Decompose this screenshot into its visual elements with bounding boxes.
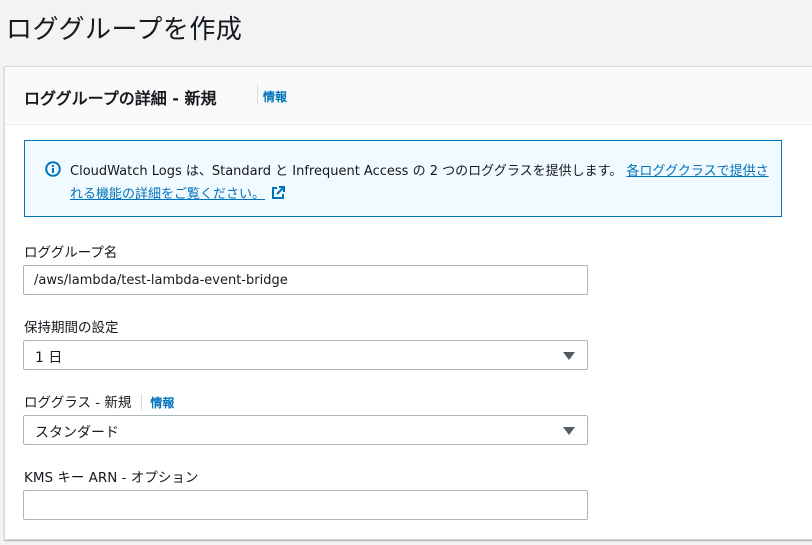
retention-select[interactable]: 1 日: [23, 340, 588, 370]
retention-select-value: 1 日: [35, 350, 63, 366]
log-group-name-label: ロググループ名: [24, 245, 118, 261]
log-class-info-link[interactable]: 情報: [150, 396, 174, 410]
kms-key-arn-input[interactable]: [23, 490, 588, 520]
kms-key-arn-label: KMS キー ARN - オプション: [24, 470, 199, 486]
header-divider: [257, 84, 258, 104]
log-class-info-alert: CloudWatch Logs は、Standard と Infrequent …: [24, 140, 782, 217]
caret-down-icon: [563, 352, 575, 360]
log-class-select[interactable]: スタンダード: [23, 415, 588, 445]
log-class-label: ロググラス - 新規: [24, 395, 132, 411]
log-class-select-value: スタンダード: [35, 425, 119, 441]
page-title: ロググループを作成: [6, 15, 243, 45]
label-divider: [141, 394, 143, 410]
alert-text: CloudWatch Logs は、Standard と Infrequent …: [70, 164, 627, 179]
caret-down-icon: [563, 427, 575, 435]
panel-header: ロググループの詳細 - 新規 情報: [5, 67, 812, 125]
panel-title: ロググループの詳細 - 新規: [24, 89, 217, 108]
log-class-label-row: ロググラス - 新規 情報: [24, 391, 174, 411]
log-group-details-panel: ロググループの詳細 - 新規 情報 CloudWatch Logs は、Stan…: [4, 66, 812, 540]
alert-message: CloudWatch Logs は、Standard と Infrequent …: [70, 160, 770, 206]
retention-label: 保持期間の設定: [24, 320, 119, 336]
external-link-icon[interactable]: [271, 186, 286, 200]
info-circle-icon: [45, 161, 61, 177]
panel-info-link[interactable]: 情報: [263, 88, 287, 105]
log-group-name-input[interactable]: [23, 265, 588, 295]
